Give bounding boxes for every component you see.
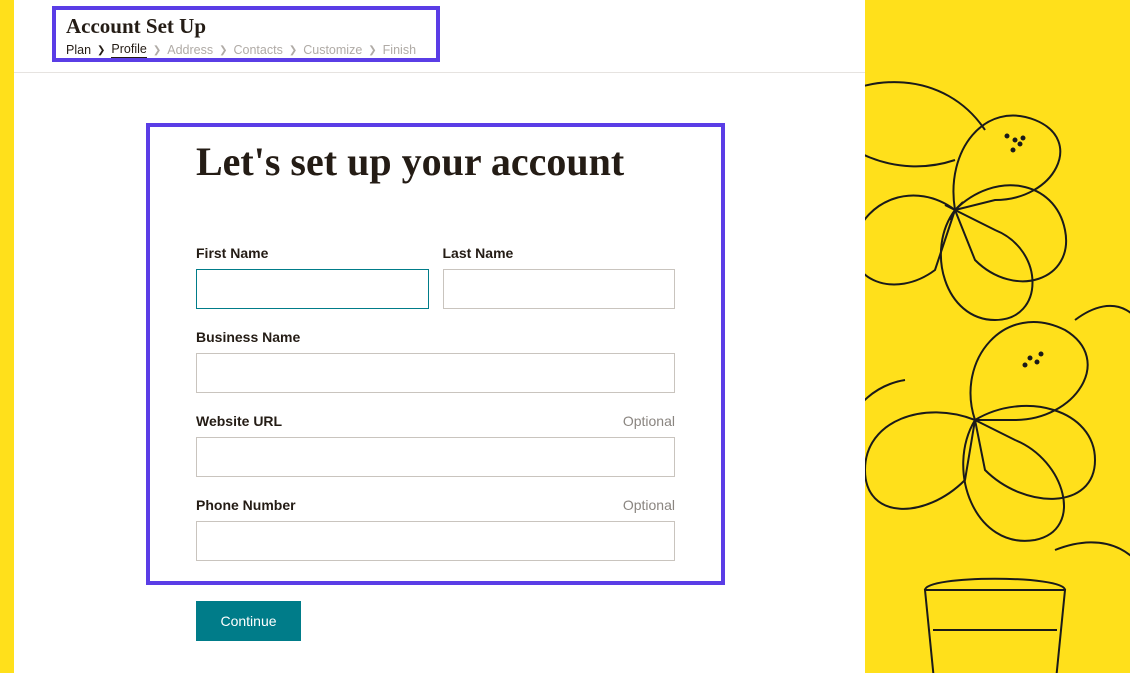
breadcrumb-step-contacts: Contacts: [234, 43, 283, 57]
first-name-label: First Name: [196, 245, 268, 261]
chevron-right-icon: ❯: [153, 45, 161, 56]
phone-number-optional: Optional: [623, 497, 675, 513]
breadcrumb-step-finish: Finish: [383, 43, 416, 57]
breadcrumb-step-address: Address: [167, 43, 213, 57]
phone-number-label: Phone Number: [196, 497, 296, 513]
chevron-right-icon: ❯: [289, 45, 297, 56]
website-url-input[interactable]: [196, 437, 675, 477]
page-title: Account Set Up: [66, 14, 426, 38]
header-divider: [14, 72, 865, 73]
form-heading: Let's set up your account: [196, 139, 675, 185]
breadcrumb-step-profile: Profile: [111, 42, 146, 58]
website-url-optional: Optional: [623, 413, 675, 429]
profile-form-box: Let's set up your account First Name Las…: [146, 123, 725, 585]
breadcrumb-step-customize: Customize: [303, 43, 362, 57]
business-name-label: Business Name: [196, 329, 300, 345]
business-name-input[interactable]: [196, 353, 675, 393]
continue-button[interactable]: Continue: [196, 601, 301, 641]
breadcrumb: Plan ❯ Profile ❯ Address ❯ Contacts ❯ Cu…: [66, 42, 426, 58]
header-breadcrumb-box: Account Set Up Plan ❯ Profile ❯ Address …: [52, 6, 440, 62]
decorative-flower-panel: [865, 0, 1130, 673]
breadcrumb-step-plan[interactable]: Plan: [66, 43, 91, 57]
chevron-right-icon: ❯: [219, 45, 227, 56]
last-name-input[interactable]: [443, 269, 676, 309]
left-accent-stripe: [0, 0, 14, 673]
chevron-right-icon: ❯: [97, 45, 105, 56]
phone-number-input[interactable]: [196, 521, 675, 561]
last-name-label: Last Name: [443, 245, 514, 261]
first-name-input[interactable]: [196, 269, 429, 309]
website-url-label: Website URL: [196, 413, 282, 429]
chevron-right-icon: ❯: [368, 45, 376, 56]
